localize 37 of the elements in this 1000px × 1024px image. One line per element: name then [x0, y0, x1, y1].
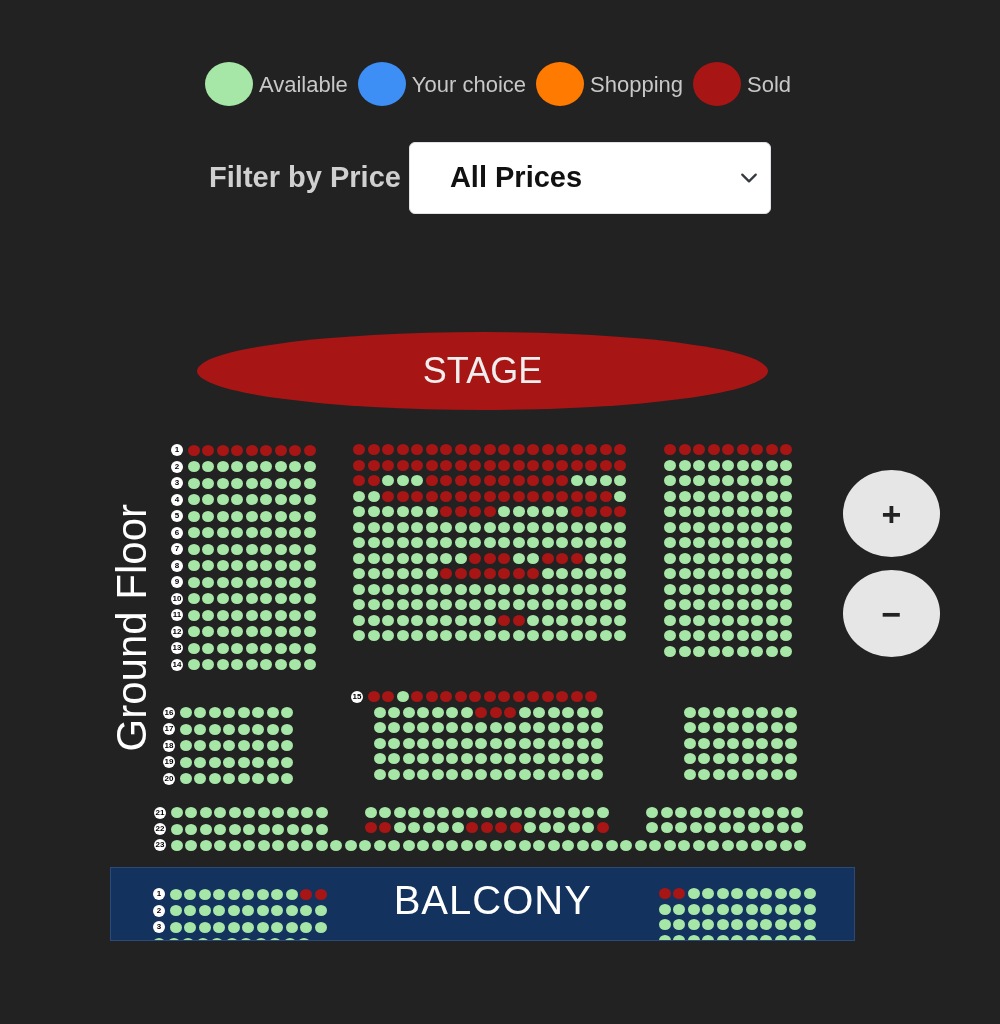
row-number: 21	[154, 806, 166, 819]
row-number: 14	[171, 658, 183, 671]
row-number: 11	[171, 609, 183, 621]
row-number: 16	[163, 706, 175, 719]
row-number: 15	[351, 690, 363, 703]
row-number: 20	[163, 772, 175, 785]
legend-label: Shopping	[590, 70, 683, 99]
row-number: 12	[171, 625, 183, 638]
row-number: 9	[171, 576, 183, 588]
filter-label: Filter by Price	[209, 160, 401, 196]
zoom-in-button[interactable]: +	[843, 470, 940, 557]
row-number: 1	[171, 444, 183, 456]
balcony-label: BALCONY	[393, 880, 592, 924]
row-number: 18	[163, 739, 175, 752]
floor-label: Ground Floor	[107, 503, 156, 752]
stage: STAGE	[197, 332, 768, 410]
row-number: 22	[154, 823, 166, 835]
zoom-out-button[interactable]: −	[843, 570, 940, 657]
row-number: 7	[171, 543, 183, 555]
row-number: 3	[153, 921, 165, 933]
row-number: 4	[171, 493, 183, 506]
legend-label: Your choice	[411, 70, 526, 99]
row-number: 1	[153, 888, 165, 900]
row-number: 19	[163, 756, 175, 768]
row-number: 17	[163, 723, 175, 735]
row-number: 2	[153, 904, 165, 917]
row-number: 5	[171, 510, 183, 522]
legend-label: Available	[258, 70, 348, 99]
row-number: 3	[171, 477, 183, 489]
row-number: 6	[171, 526, 183, 539]
price-filter-select[interactable]: All Prices	[408, 142, 771, 214]
row-number: 23	[154, 839, 166, 851]
row-number: 8	[171, 559, 183, 572]
legend-label: Sold	[747, 70, 792, 99]
row-number: 13	[171, 642, 183, 654]
row-number: 10	[171, 592, 183, 605]
row-number: 2	[171, 460, 183, 473]
